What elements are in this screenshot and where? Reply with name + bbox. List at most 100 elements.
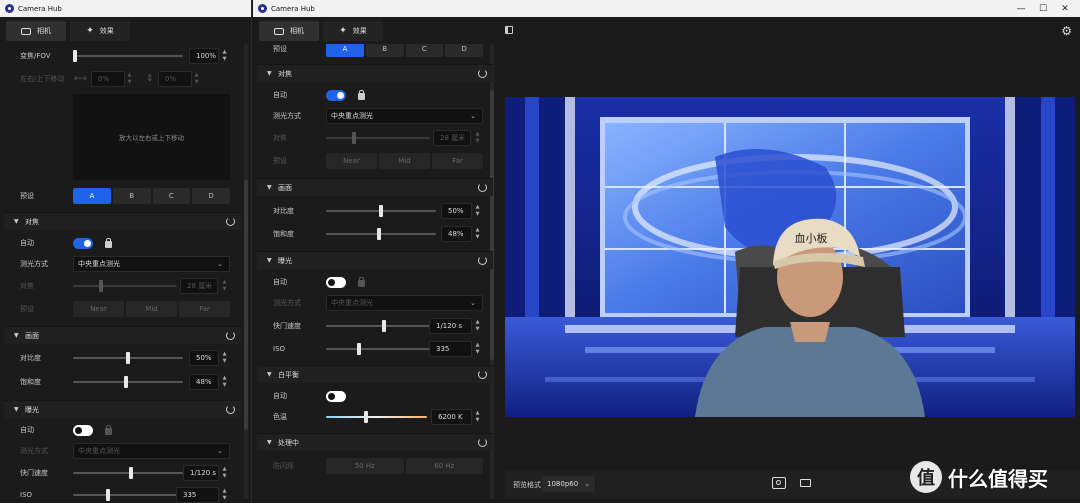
focus-slider-thumb[interactable]: [352, 132, 356, 144]
zoom-slider[interactable]: [73, 50, 183, 62]
lock-icon[interactable]: [358, 277, 365, 287]
focus-distance-slider[interactable]: [326, 132, 430, 144]
iso-slider-thumb[interactable]: [106, 489, 110, 501]
zoom-preview-area[interactable]: 放大以左右或上下移动: [73, 94, 230, 180]
gear-icon[interactable]: ⚙: [1061, 24, 1072, 38]
focus-mode-select[interactable]: 中央重点测光 ⌄: [326, 108, 483, 124]
exposure-auto-toggle[interactable]: [73, 424, 93, 436]
focus-near-button[interactable]: Near: [73, 301, 124, 317]
tab-camera[interactable]: 相机: [259, 21, 319, 41]
iso-stepper[interactable]: ▲ ▼: [220, 487, 229, 503]
pan-x-value[interactable]: 0%: [91, 71, 125, 87]
saturation-value[interactable]: 48%: [189, 374, 219, 390]
preview-format-select[interactable]: 1080p60 ⌄: [542, 476, 595, 492]
color-temp-value[interactable]: 6200 K: [431, 409, 472, 425]
shutter-value[interactable]: 1/120 s: [183, 465, 219, 481]
focus-distance-stepper[interactable]: ▲ ▼: [220, 278, 229, 294]
white-balance-section-header[interactable]: ▼ 白平衡: [257, 365, 493, 383]
focus-far-button[interactable]: Far: [179, 301, 230, 317]
color-temp-slider-thumb[interactable]: [364, 411, 368, 423]
preset-b-button[interactable]: B: [365, 44, 404, 57]
lock-icon[interactable]: [105, 425, 112, 435]
reset-icon[interactable]: [478, 183, 487, 192]
pan-x-stepper[interactable]: ▲ ▼: [125, 71, 134, 87]
iso-slider[interactable]: [326, 343, 436, 355]
focus-section-header[interactable]: ▼ 对焦: [4, 212, 241, 230]
focus-distance-value[interactable]: 28 厘米: [433, 130, 471, 146]
exposure-section-header[interactable]: ▼ 曝光: [4, 400, 241, 418]
saturation-stepper[interactable]: ▲ ▼: [220, 374, 229, 390]
color-temp-stepper[interactable]: ▲ ▼: [473, 409, 482, 425]
reset-icon[interactable]: [226, 217, 235, 226]
focus-slider-thumb[interactable]: [99, 280, 103, 292]
tab-effects[interactable]: ✦ 效果: [70, 21, 130, 41]
pan-y-value[interactable]: 0%: [158, 71, 192, 87]
preset-b-button[interactable]: B: [112, 188, 151, 204]
shutter-value[interactable]: 1/120 s: [429, 318, 472, 334]
saturation-value[interactable]: 48%: [441, 226, 472, 242]
shutter-stepper[interactable]: ▲ ▼: [473, 318, 482, 334]
snapshot-camera-icon[interactable]: [772, 477, 786, 489]
contrast-slider[interactable]: [73, 352, 183, 364]
pan-y-stepper[interactable]: ▲ ▼: [192, 71, 201, 87]
maximize-button[interactable]: ☐: [1032, 0, 1054, 17]
contrast-slider-thumb[interactable]: [379, 205, 383, 217]
focus-distance-stepper[interactable]: ▲ ▼: [473, 130, 482, 146]
iso-slider-thumb[interactable]: [357, 343, 361, 355]
contrast-stepper[interactable]: ▲ ▼: [220, 350, 229, 366]
processing-section-header[interactable]: ▼ 处理中: [257, 433, 493, 451]
zoom-slider-thumb[interactable]: [73, 50, 77, 62]
iso-value[interactable]: 335: [176, 487, 219, 503]
contrast-slider-thumb[interactable]: [126, 352, 130, 364]
shutter-slider[interactable]: [73, 467, 183, 479]
reset-icon[interactable]: [226, 331, 235, 340]
lock-icon[interactable]: [358, 90, 365, 100]
shutter-stepper[interactable]: ▲ ▼: [220, 465, 229, 481]
antiflicker-60hz-button[interactable]: 60 Hz: [405, 458, 483, 474]
lock-icon[interactable]: [105, 238, 112, 248]
iso-stepper[interactable]: ▲ ▼: [473, 341, 482, 357]
saturation-stepper[interactable]: ▲ ▼: [473, 226, 482, 242]
color-temp-slider[interactable]: [326, 411, 427, 423]
reset-icon[interactable]: [478, 69, 487, 78]
contrast-slider[interactable]: [326, 205, 436, 217]
focus-auto-toggle[interactable]: [73, 237, 93, 249]
focus-far-button[interactable]: Far: [432, 153, 483, 169]
exposure-auto-toggle[interactable]: [326, 276, 346, 288]
close-button[interactable]: ✕: [1054, 0, 1076, 17]
shutter-slider[interactable]: [326, 320, 436, 332]
focus-section-header[interactable]: ▼ 对焦: [257, 64, 493, 82]
tab-camera[interactable]: 相机: [6, 21, 66, 41]
wb-auto-toggle[interactable]: [326, 390, 346, 402]
preset-c-button[interactable]: C: [405, 44, 444, 57]
focus-mode-select[interactable]: 中央重点测光 ⌄: [73, 256, 230, 272]
minimize-button[interactable]: —: [1010, 0, 1032, 17]
tab-effects[interactable]: ✦ 效果: [323, 21, 383, 41]
folder-icon[interactable]: [800, 479, 811, 487]
zoom-stepper[interactable]: ▲ ▼: [220, 48, 229, 64]
exposure-section-header[interactable]: ▼ 曝光: [257, 251, 493, 269]
shutter-slider-thumb[interactable]: [129, 467, 133, 479]
reset-icon[interactable]: [226, 405, 235, 414]
focus-distance-slider[interactable]: [73, 280, 177, 292]
preset-d-button[interactable]: D: [445, 44, 483, 57]
saturation-slider[interactable]: [326, 228, 436, 240]
contrast-stepper[interactable]: ▲ ▼: [473, 203, 482, 219]
saturation-slider-thumb[interactable]: [377, 228, 381, 240]
picture-section-header[interactable]: ▼ 画面: [4, 326, 241, 344]
saturation-slider-thumb[interactable]: [124, 376, 128, 388]
preset-a-button[interactable]: A: [326, 44, 364, 57]
iso-value[interactable]: 335: [429, 341, 472, 357]
reset-icon[interactable]: [478, 256, 487, 265]
saturation-slider[interactable]: [73, 376, 183, 388]
reset-icon[interactable]: [478, 370, 487, 379]
preset-a-button[interactable]: A: [73, 188, 111, 204]
focus-mid-button[interactable]: Mid: [126, 301, 177, 317]
antiflicker-50hz-button[interactable]: 50 Hz: [326, 458, 404, 474]
focus-mid-button[interactable]: Mid: [379, 153, 430, 169]
shutter-slider-thumb[interactable]: [382, 320, 386, 332]
contrast-value[interactable]: 50%: [189, 350, 219, 366]
exposure-mode-select[interactable]: 中央重点测光 ⌄: [326, 295, 483, 311]
focus-near-button[interactable]: Near: [326, 153, 377, 169]
reset-icon[interactable]: [478, 438, 487, 447]
